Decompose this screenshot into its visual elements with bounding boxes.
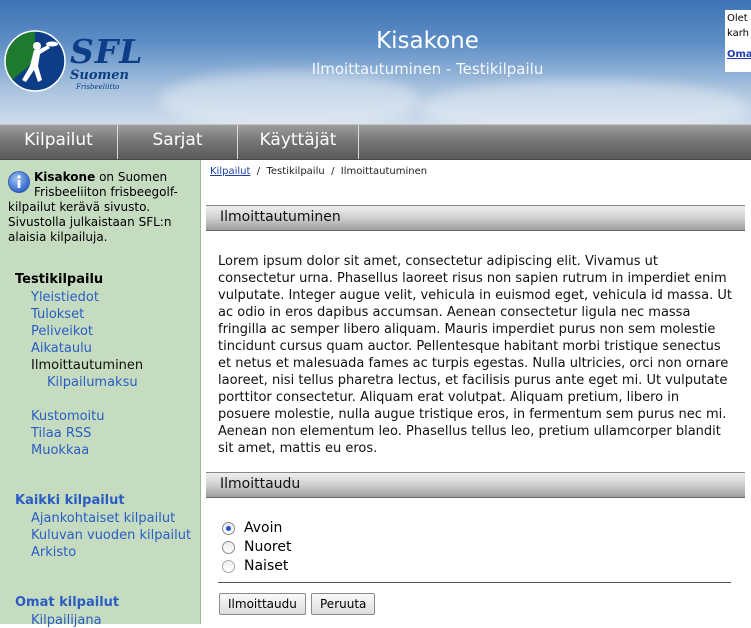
own-profile-link[interactable]: Omat <box>727 47 751 62</box>
sidebar-item-kustomoitu[interactable]: Kustomoitu <box>31 409 105 424</box>
competition-description: Lorem ipsum dolor sit amet, consectetur … <box>218 254 732 456</box>
login-status-line1: Olet <box>727 13 748 24</box>
breadcrumb-separator: / <box>331 166 335 177</box>
sidebar-item-kuluvan-vuoden[interactable]: Kuluvan vuoden kilpailut <box>31 528 191 543</box>
nav-item-sarjat[interactable]: Sarjat <box>118 125 238 159</box>
nav-item-kayttajat[interactable]: Käyttäjät <box>238 125 359 159</box>
sidebar-item-tulokset[interactable]: Tulokset <box>31 307 84 322</box>
division-label: Avoin <box>244 520 283 536</box>
info-icon <box>8 171 30 193</box>
form-divider <box>218 582 731 583</box>
sidebar-own-competitions-heading[interactable]: Omat kilpailut <box>15 595 119 610</box>
section-title: Ilmoittaudu <box>220 476 301 492</box>
radio-button[interactable] <box>222 559 235 573</box>
site-info-box: Kisakone on Suomen Frisbeeliiton frisbee… <box>8 170 192 245</box>
site-header: SFL Suomen Frisbeeliitto Kisakone Ilmoit… <box>0 0 751 124</box>
site-title: Kisakone <box>376 28 479 54</box>
section-header-ilmoittautuminen: Ilmoittautuminen <box>206 205 745 231</box>
division-option-nuoret[interactable]: Nuoret <box>222 539 291 555</box>
division-option-avoin[interactable]: Avoin <box>222 520 282 536</box>
division-option-naiset[interactable]: Naiset <box>222 558 288 574</box>
login-status-line2: karh <box>727 28 750 39</box>
section-title: Ilmoittautuminen <box>220 209 341 225</box>
breadcrumb-separator: / <box>256 166 261 177</box>
section-header-ilmoittaudu: Ilmoittaudu <box>206 472 745 498</box>
cancel-button[interactable]: Peruuta <box>311 593 376 615</box>
radio-button-selected[interactable] <box>222 521 235 535</box>
page-subtitle: Ilmoittautuminen - Testikilpailu <box>311 60 544 78</box>
sidebar-item-kilpailumaksu[interactable]: Kilpailumaksu <box>47 375 138 390</box>
division-label: Nuoret <box>244 539 292 555</box>
breadcrumb-item-testikilpailu: Testikilpailu <box>266 166 325 177</box>
info-site-name: Kisakone <box>34 170 96 184</box>
breadcrumb-link-kilpailut[interactable]: Kilpailut <box>210 166 250 177</box>
main-nav: Kilpailut Sarjat Käyttäjät <box>0 124 751 160</box>
sidebar: Kisakone on Suomen Frisbeeliiton frisbee… <box>0 160 201 628</box>
sidebar-item-ajankohtaiset[interactable]: Ajankohtaiset kilpailut <box>31 511 175 526</box>
sidebar-item-peliveikot[interactable]: Peliveikot <box>31 324 93 339</box>
logo-subtitle-small: Frisbeeliitto <box>76 83 120 91</box>
header-cloud <box>160 70 420 124</box>
sidebar-item-arkisto[interactable]: Arkisto <box>31 545 76 560</box>
breadcrumb: Kilpailut / Testikilpailu / Ilmoittautum… <box>210 166 427 177</box>
radio-button[interactable] <box>222 540 235 554</box>
breadcrumb-item-current: Ilmoittautuminen <box>340 166 428 177</box>
sidebar-item-aikataulu[interactable]: Aikataulu <box>31 341 92 356</box>
sidebar-item-ilmoittautuminen-current: Ilmoittautuminen <box>31 358 144 373</box>
header-cloud <box>420 80 750 124</box>
nav-item-kilpailut[interactable]: Kilpailut <box>0 125 118 159</box>
sidebar-item-tilaa-rss[interactable]: Tilaa RSS <box>31 426 91 441</box>
sidebar-item-yleistiedot[interactable]: Yleistiedot <box>31 290 99 305</box>
division-label: Naiset <box>244 558 289 574</box>
login-box: Olet karh Omat <box>725 10 751 72</box>
register-button[interactable]: Ilmoittaudu <box>219 593 306 615</box>
sidebar-all-competitions-heading[interactable]: Kaikki kilpailut <box>15 493 125 508</box>
sidebar-competition-title: Testikilpailu <box>15 272 104 287</box>
sidebar-item-muokkaa[interactable]: Muokkaa <box>31 443 89 458</box>
sidebar-item-kilpailijana[interactable]: Kilpailijana <box>31 613 102 628</box>
